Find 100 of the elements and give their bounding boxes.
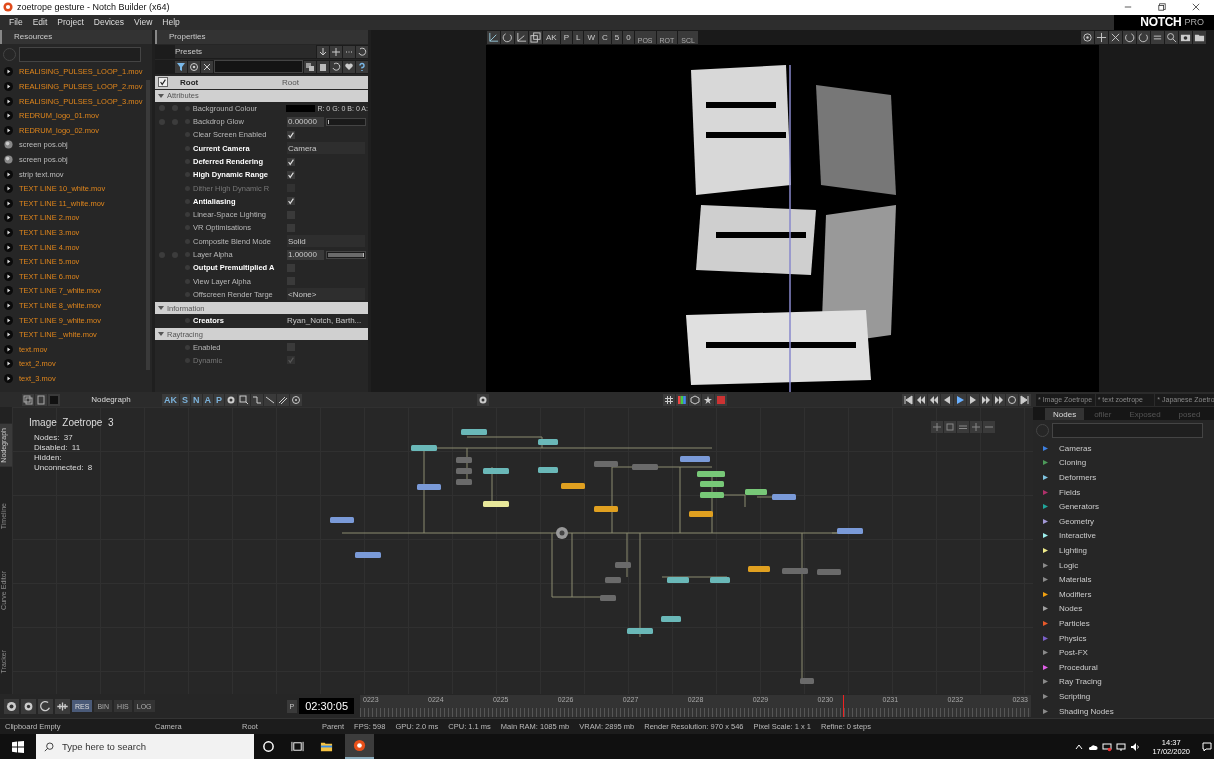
graph-node[interactable] (680, 456, 710, 463)
graph-node[interactable] (483, 468, 509, 475)
graph-node[interactable] (561, 483, 585, 490)
equals-icon[interactable] (1151, 30, 1164, 44)
menu-item[interactable]: File (4, 17, 28, 28)
plus-icon[interactable] (970, 421, 982, 434)
node-category[interactable]: Materials (1059, 575, 1092, 585)
node-category[interactable]: Nodes (1059, 604, 1083, 614)
fit-view-icon[interactable] (931, 421, 943, 434)
graph-node[interactable] (417, 484, 441, 491)
clear-icon[interactable] (201, 60, 213, 73)
node-category[interactable]: Particles (1059, 618, 1090, 628)
graph-node[interactable] (745, 489, 767, 496)
expand-icon[interactable] (1109, 30, 1122, 44)
move-icon[interactable] (1095, 30, 1108, 44)
toolbar-toggle[interactable]: C (599, 30, 611, 44)
help-icon[interactable] (356, 60, 368, 73)
expand-arrow-icon[interactable] (158, 305, 164, 312)
layers-icon[interactable] (529, 30, 542, 44)
taskbar-search-field[interactable]: Type here to search (36, 734, 254, 759)
waveform-icon[interactable] (55, 698, 70, 714)
toolbar-toggle[interactable]: P (214, 393, 225, 406)
graph-node[interactable] (538, 439, 558, 446)
task-view-icon[interactable] (291, 740, 304, 753)
copy-icon[interactable] (304, 60, 316, 73)
node-category[interactable]: Modifiers (1059, 589, 1092, 599)
toolbar-toggle[interactable]: A (202, 393, 213, 406)
toolbar-toggle[interactable]: N (191, 393, 202, 406)
minus-icon[interactable] (983, 421, 995, 434)
graph-node[interactable] (772, 494, 796, 501)
loop-icon[interactable] (1006, 393, 1018, 406)
folder-icon[interactable] (320, 740, 333, 753)
number-field[interactable]: 1.00000 (287, 249, 324, 260)
graph-node[interactable] (661, 616, 681, 623)
toolbar-toggle[interactable]: AK (162, 393, 179, 406)
maximize-icon[interactable] (1158, 3, 1166, 12)
graph-node[interactable] (456, 479, 472, 486)
graph-node[interactable] (667, 577, 689, 584)
app-icon[interactable] (353, 739, 366, 752)
color-swatch[interactable] (286, 104, 316, 112)
fast-forward-icon[interactable] (980, 393, 992, 406)
speaker-icon[interactable] (1130, 741, 1141, 752)
node-category[interactable]: Shading Nodes (1059, 706, 1114, 716)
notification-icon[interactable] (1202, 741, 1212, 752)
toolbar-toggle[interactable]: 0 (623, 30, 634, 44)
graph-node[interactable] (483, 501, 509, 508)
hatch-icon[interactable] (277, 393, 290, 406)
graph-node[interactable] (615, 562, 631, 569)
step-forward-icon[interactable] (967, 393, 979, 406)
graph-node[interactable] (330, 517, 354, 524)
target-icon[interactable] (188, 60, 200, 73)
layers-icon[interactable] (22, 393, 34, 406)
download-icon[interactable] (317, 45, 329, 58)
target-icon[interactable] (290, 393, 303, 406)
graph-node[interactable] (837, 528, 863, 535)
color-bars-icon[interactable] (676, 393, 689, 406)
node-category[interactable]: Lighting (1059, 546, 1088, 555)
graph-node[interactable] (700, 481, 724, 488)
gear-icon[interactable] (21, 698, 36, 714)
toolbar-toggle[interactable]: P (560, 30, 572, 44)
toolbar-toggle[interactable]: 5 (611, 30, 623, 44)
expand-arrow-icon[interactable] (158, 92, 164, 99)
filter-field[interactable] (214, 60, 303, 74)
undo-icon[interactable] (330, 60, 342, 73)
gear-icon[interactable] (225, 393, 238, 406)
graph-node[interactable] (600, 595, 616, 602)
undo-icon[interactable] (1137, 30, 1150, 44)
grid-icon[interactable] (663, 393, 676, 406)
zoom-icon[interactable] (238, 393, 251, 406)
graph-node[interactable] (700, 492, 724, 499)
camera-icon[interactable] (1179, 30, 1192, 44)
node-category[interactable]: Generators (1059, 502, 1100, 512)
angle-icon[interactable] (515, 30, 528, 44)
value-slider[interactable] (326, 117, 366, 126)
search-field[interactable] (1052, 423, 1203, 439)
node-category[interactable]: Interactive (1059, 531, 1096, 541)
node-category[interactable]: Cameras (1059, 443, 1092, 453)
frame-icon[interactable] (944, 421, 956, 434)
more-icon[interactable] (343, 45, 355, 58)
paste-icon[interactable] (317, 60, 329, 73)
gear-icon[interactable] (476, 393, 489, 406)
hub-node[interactable] (556, 527, 568, 540)
next-key-icon[interactable] (993, 393, 1005, 406)
graph-node[interactable] (710, 577, 730, 584)
graph-node[interactable] (456, 468, 472, 475)
graph-node[interactable] (800, 678, 814, 685)
graph-node[interactable] (689, 511, 713, 518)
toolbar-toggle[interactable]: L (573, 30, 584, 44)
node-category[interactable]: Cloning (1059, 458, 1087, 468)
toolbar-toggle[interactable]: AK (543, 30, 560, 44)
node-category[interactable]: Post-FX (1059, 648, 1088, 658)
axes-icon[interactable] (487, 30, 500, 44)
star-icon[interactable] (702, 393, 715, 406)
graph-node[interactable] (605, 577, 621, 584)
node-category[interactable]: Logic (1059, 560, 1079, 570)
gear-icon[interactable] (4, 698, 19, 714)
dropdown[interactable]: <None> (287, 288, 365, 301)
cube-icon[interactable] (689, 393, 702, 406)
graph-node[interactable] (782, 568, 808, 575)
plus-icon[interactable] (330, 45, 342, 58)
